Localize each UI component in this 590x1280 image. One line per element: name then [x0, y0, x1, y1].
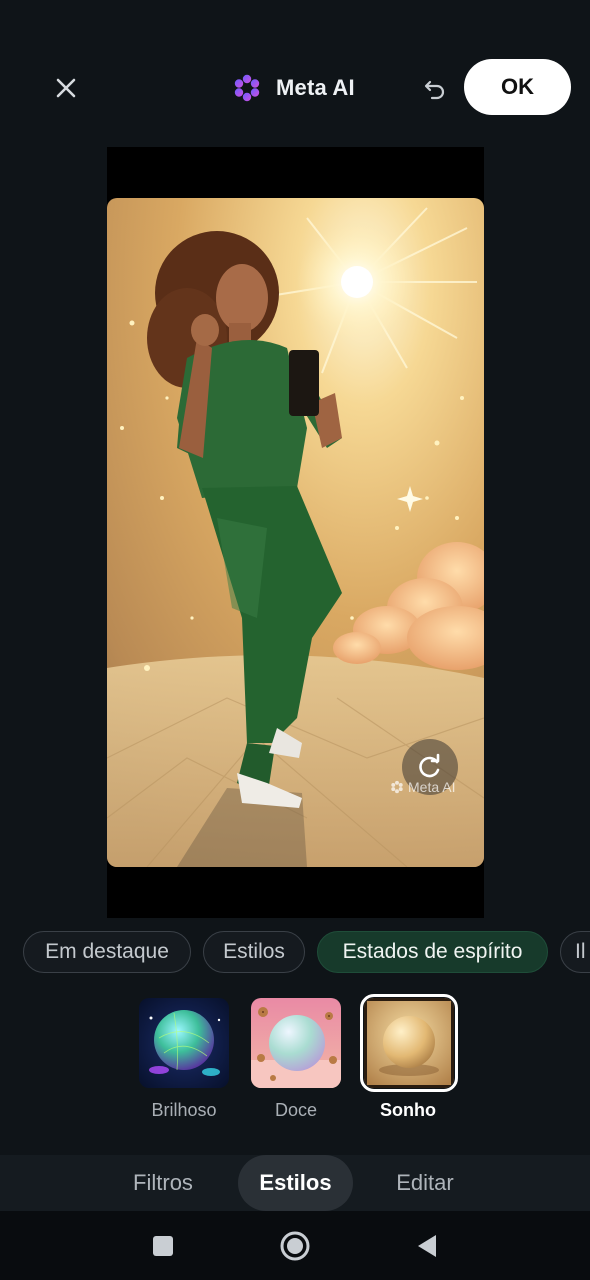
home-circle-icon: [280, 1231, 310, 1261]
style-label-doce: Doce: [274, 1100, 318, 1120]
meta-ai-watermark-icon: [391, 780, 403, 794]
chip-estilos[interactable]: Estilos: [203, 931, 305, 973]
close-button[interactable]: [44, 66, 88, 110]
undo-icon: [424, 80, 445, 100]
top-bar: Meta AI OK: [0, 0, 590, 150]
close-icon: [56, 78, 76, 98]
system-navigation-bar: [0, 1211, 590, 1280]
recents-button[interactable]: [146, 1229, 180, 1263]
style-label-sonho: Sonho: [380, 1100, 436, 1120]
back-triangle-icon: [418, 1235, 436, 1257]
watermark: Meta AI: [390, 779, 455, 795]
style-thumbnail-sonho[interactable]: [360, 994, 458, 1092]
chip-estados-de-espirito[interactable]: Estados de espírito: [317, 931, 548, 973]
square-icon: [153, 1236, 173, 1256]
tab-editar[interactable]: Editar: [377, 1155, 473, 1211]
style-label-brilhoso: Brilhoso: [151, 1100, 217, 1120]
chip-partial[interactable]: Il: [560, 931, 590, 973]
editor-tab-bar: Filtros Estilos Editar: [0, 1155, 590, 1211]
golden-sphere-image: [364, 998, 454, 1088]
undo-button[interactable]: [416, 70, 454, 108]
style-thumbnail-brilhoso[interactable]: [139, 998, 229, 1088]
watermark-text: Meta AI: [408, 779, 456, 795]
app-title: Meta AI: [276, 75, 355, 100]
style-thumbnail-doce[interactable]: [251, 998, 341, 1088]
tab-estilos[interactable]: Estilos: [238, 1155, 353, 1211]
chip-em-destaque[interactable]: Em destaque: [23, 931, 191, 973]
glowing-sphere-image: [139, 998, 229, 1088]
home-button[interactable]: [278, 1229, 312, 1263]
image-preview-frame: Meta AI: [107, 147, 484, 918]
tab-filtros[interactable]: Filtros: [112, 1155, 214, 1211]
category-chips: Em destaque Estilos Estados de espírito …: [23, 931, 590, 975]
back-button[interactable]: [410, 1229, 444, 1263]
refresh-icon: [419, 753, 440, 778]
meta-ai-flower-icon: [234, 74, 260, 102]
pastel-sphere-image: [251, 998, 341, 1088]
ok-button[interactable]: OK: [464, 59, 571, 115]
brand: Meta AI: [232, 70, 355, 106]
